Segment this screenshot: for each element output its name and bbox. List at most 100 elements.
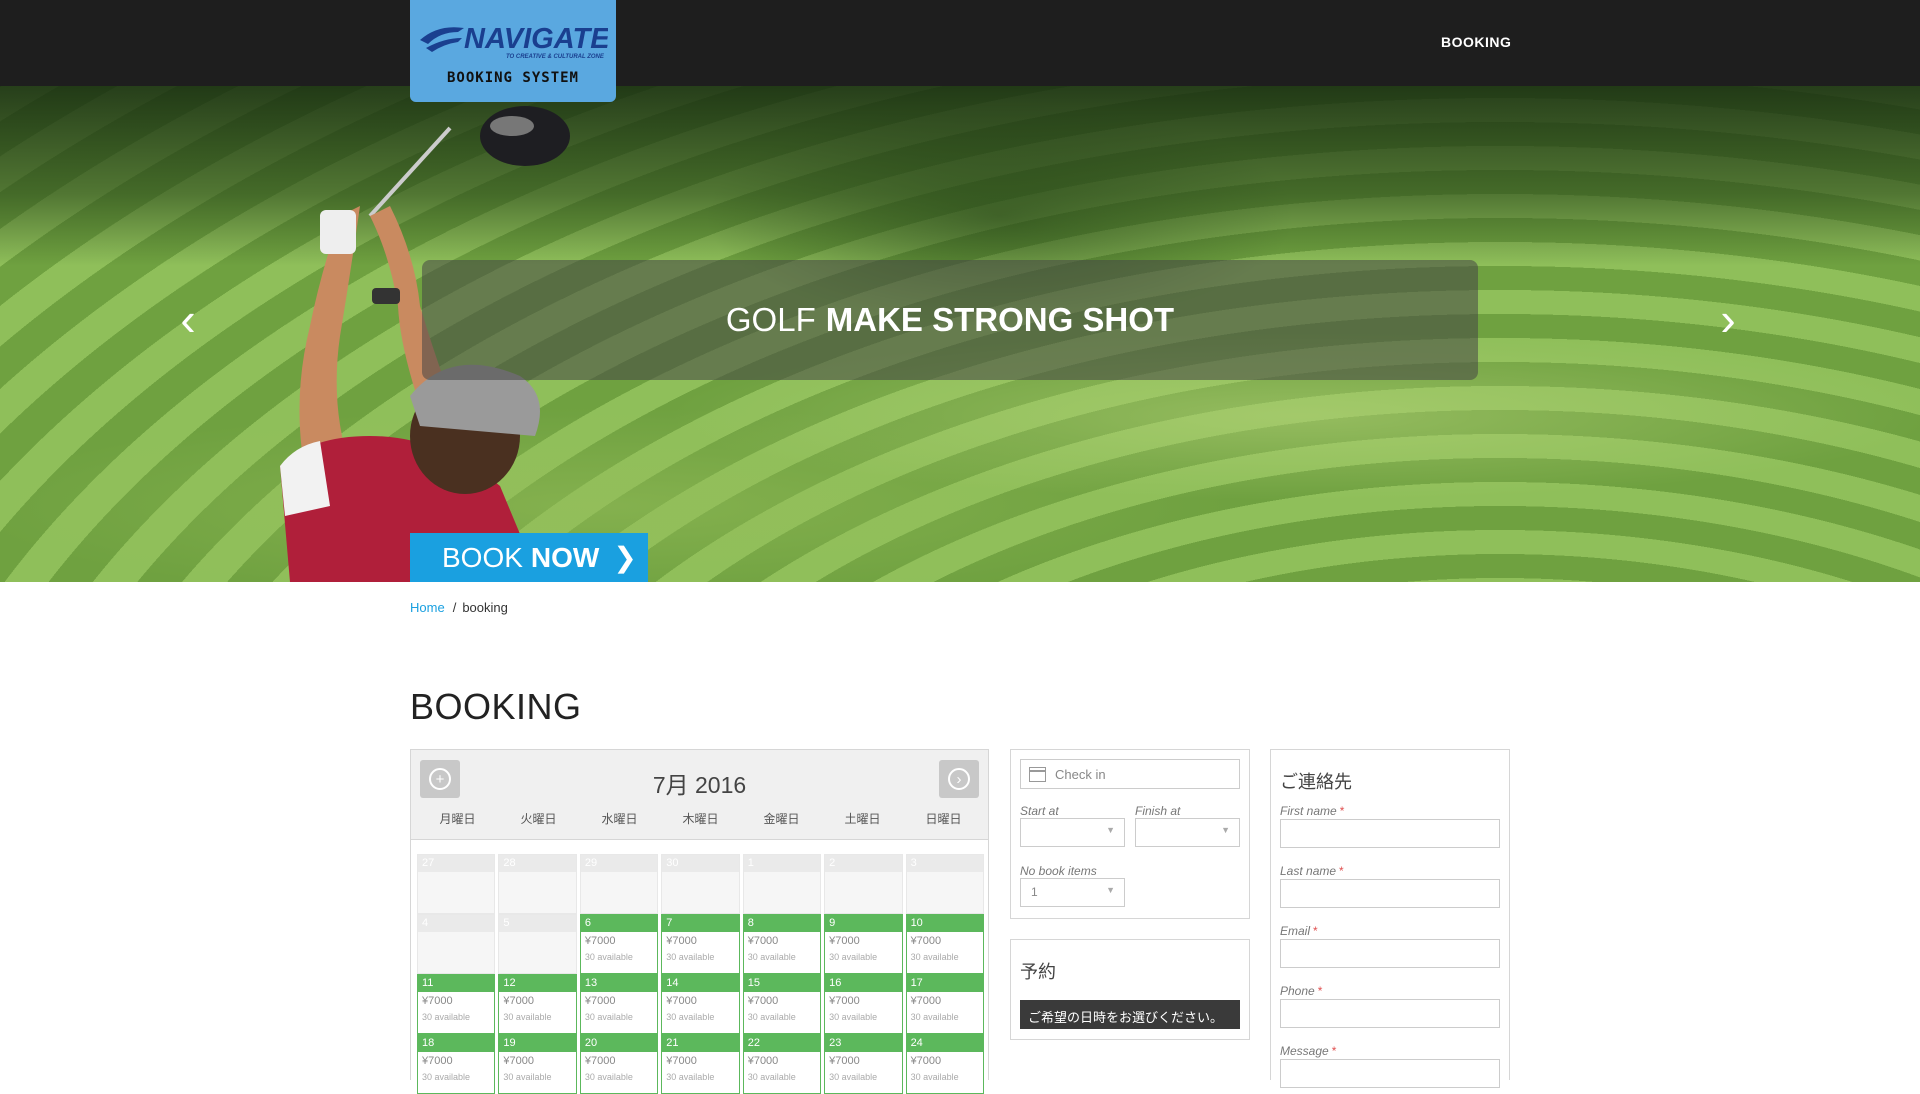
calendar-day[interactable]: 18 ¥7000 30 available — [417, 1034, 496, 1094]
calendar-day[interactable]: 9 ¥7000 30 available — [824, 914, 903, 974]
day-availability: 30 available — [584, 1012, 633, 1022]
site-logo[interactable]: NAVIGATE TO CREATIVE & CULTURAL ZONE BOO… — [410, 0, 616, 102]
slider-next-arrow[interactable]: › — [1708, 296, 1748, 342]
field-label-text: Message — [1280, 1044, 1329, 1058]
svg-text:TO CREATIVE & CULTURAL ZONE: TO CREATIVE & CULTURAL ZONE — [506, 54, 605, 60]
day-price: ¥7000 — [422, 1055, 453, 1067]
contact-field-label: Last name * — [1280, 864, 1344, 878]
breadcrumb: Home / booking — [410, 600, 508, 615]
calendar-day[interactable]: 22 ¥7000 30 available — [742, 1034, 822, 1094]
day-price: ¥7000 — [666, 995, 697, 1007]
field-label-text: First name — [1280, 804, 1337, 818]
required-marker: * — [1313, 924, 1318, 938]
day-number: 12 — [499, 975, 576, 992]
breadcrumb-home-link[interactable]: Home — [410, 600, 445, 615]
day-number: 14 — [662, 975, 739, 992]
calendar-grid: 27 28 29 30 1 2 3 4 5 6 ¥7000 30 available 7 ¥7000 30 … — [417, 854, 984, 1094]
calendar-day[interactable]: 11 ¥7000 30 available — [417, 974, 496, 1034]
caption-light-text: GOLF — [725, 301, 816, 338]
calendar-day[interactable]: 12 ¥7000 30 available — [498, 974, 577, 1034]
day-number: 1 — [743, 855, 821, 872]
calendar-day[interactable]: 15 ¥7000 30 available — [742, 974, 822, 1034]
day-number: 15 — [743, 975, 821, 992]
contact-field-label: Phone * — [1280, 984, 1322, 998]
finish-at-select[interactable]: ▼ — [1135, 818, 1240, 847]
contact-field-input[interactable] — [1280, 879, 1500, 908]
day-number: 27 — [418, 855, 495, 872]
weekday-label: 木曜日 — [682, 812, 719, 826]
calendar-day: 28 — [498, 854, 577, 914]
book-now-button[interactable]: BOOK NOW ❯ — [410, 533, 648, 582]
items-select[interactable]: 1 ▼ — [1020, 878, 1125, 907]
calendar-day: 29 — [579, 854, 659, 914]
contact-field-label: Email * — [1280, 924, 1318, 938]
contact-field-input[interactable] — [1280, 939, 1500, 968]
contact-field-label: Message * — [1280, 1044, 1336, 1058]
calendar-day[interactable]: 20 ¥7000 30 available — [579, 1034, 659, 1094]
calendar-day[interactable]: 13 ¥7000 30 available — [579, 974, 659, 1034]
day-price: ¥7000 — [747, 995, 779, 1007]
day-number: 17 — [906, 975, 983, 992]
day-number: 24 — [906, 1035, 983, 1052]
contact-field-input[interactable] — [1280, 999, 1500, 1028]
calendar-day[interactable]: 23 ¥7000 30 available — [824, 1034, 903, 1094]
nav-booking-link[interactable]: BOOKING — [1441, 34, 1511, 50]
day-number: 22 — [743, 1035, 821, 1052]
day-number: 6 — [580, 915, 658, 932]
day-price: ¥7000 — [829, 995, 860, 1007]
weekday-label: 土曜日 — [844, 812, 881, 826]
day-price: ¥7000 — [503, 995, 535, 1007]
items-label: No book items — [1020, 864, 1097, 878]
day-availability: 30 available — [747, 952, 796, 962]
calendar-day[interactable]: 10 ¥7000 30 available — [905, 914, 984, 974]
required-marker: * — [1339, 864, 1344, 878]
day-availability: 30 available — [503, 1012, 552, 1022]
reservation-message: ご希望の日時をお選びください。 — [1020, 1000, 1240, 1029]
day-price: ¥7000 — [747, 1055, 779, 1067]
start-at-select[interactable]: ▼ — [1020, 818, 1125, 847]
chevron-right-icon: ❯ — [613, 542, 637, 573]
contact-field-label: First name * — [1280, 804, 1344, 818]
calendar-day[interactable]: 16 ¥7000 30 available — [824, 974, 903, 1034]
slider-prev-arrow[interactable]: ‹ — [168, 296, 208, 342]
calendar-day[interactable]: 17 ¥7000 30 available — [905, 974, 984, 1034]
day-number: 19 — [499, 1035, 576, 1052]
required-marker: * — [1317, 984, 1323, 998]
weekday-label: 水曜日 — [601, 812, 638, 826]
day-availability: 30 available — [584, 952, 633, 962]
day-number: 18 — [418, 1035, 495, 1052]
calendar-day[interactable]: 21 ¥7000 30 available — [661, 1034, 740, 1094]
day-number: 3 — [906, 855, 983, 872]
calendar-day[interactable]: 24 ¥7000 30 available — [905, 1034, 984, 1094]
calendar-day[interactable]: 6 ¥7000 30 available — [579, 914, 659, 974]
contact-field-input[interactable] — [1280, 1059, 1500, 1088]
calendar-day[interactable]: 8 ¥7000 30 available — [742, 914, 822, 974]
calendar-day[interactable]: 14 ¥7000 30 available — [661, 974, 740, 1034]
svg-text:NAVIGATE: NAVIGATE — [464, 23, 608, 55]
reservation-panel: 予約 ご希望の日時をお選びください。 — [1010, 939, 1250, 1040]
calendar-next-button[interactable]: › — [939, 760, 979, 798]
day-number: 9 — [825, 915, 902, 932]
day-availability: 30 available — [666, 952, 715, 962]
day-price: ¥7000 — [910, 995, 942, 1007]
day-number: 10 — [906, 915, 983, 932]
calendar-weekdays: 月曜日 火曜日 水曜日 木曜日 金曜日 土曜日 日曜日 — [417, 810, 984, 827]
day-price: ¥7000 — [584, 995, 616, 1007]
day-price: ¥7000 — [910, 935, 942, 947]
calendar-day[interactable]: 7 ¥7000 30 available — [661, 914, 740, 974]
contact-panel: ご連絡先 First name * Last name * Email * Phone * Me… — [1270, 749, 1510, 1088]
field-label-text: Email — [1280, 924, 1311, 938]
day-number: 4 — [418, 915, 495, 932]
checkin-input[interactable]: Check in — [1020, 759, 1240, 789]
day-number: 11 — [418, 975, 495, 992]
day-number: 8 — [743, 915, 821, 932]
contact-field-input[interactable] — [1280, 819, 1500, 848]
day-price: ¥7000 — [829, 935, 860, 947]
calendar-day[interactable]: 19 ¥7000 30 available — [498, 1034, 577, 1094]
day-price: ¥7000 — [584, 1055, 616, 1067]
day-number: 20 — [580, 1035, 658, 1052]
day-price: ¥7000 — [422, 995, 453, 1007]
calendar-header: + 7月 2016 › 月曜日 火曜日 水曜日 木曜日 金曜日 土曜日 日曜日 — [411, 750, 988, 840]
booking-calendar: + 7月 2016 › 月曜日 火曜日 水曜日 木曜日 金曜日 土曜日 日曜日 27 28 29… — [410, 749, 989, 1094]
day-availability: 30 available — [829, 1012, 878, 1022]
